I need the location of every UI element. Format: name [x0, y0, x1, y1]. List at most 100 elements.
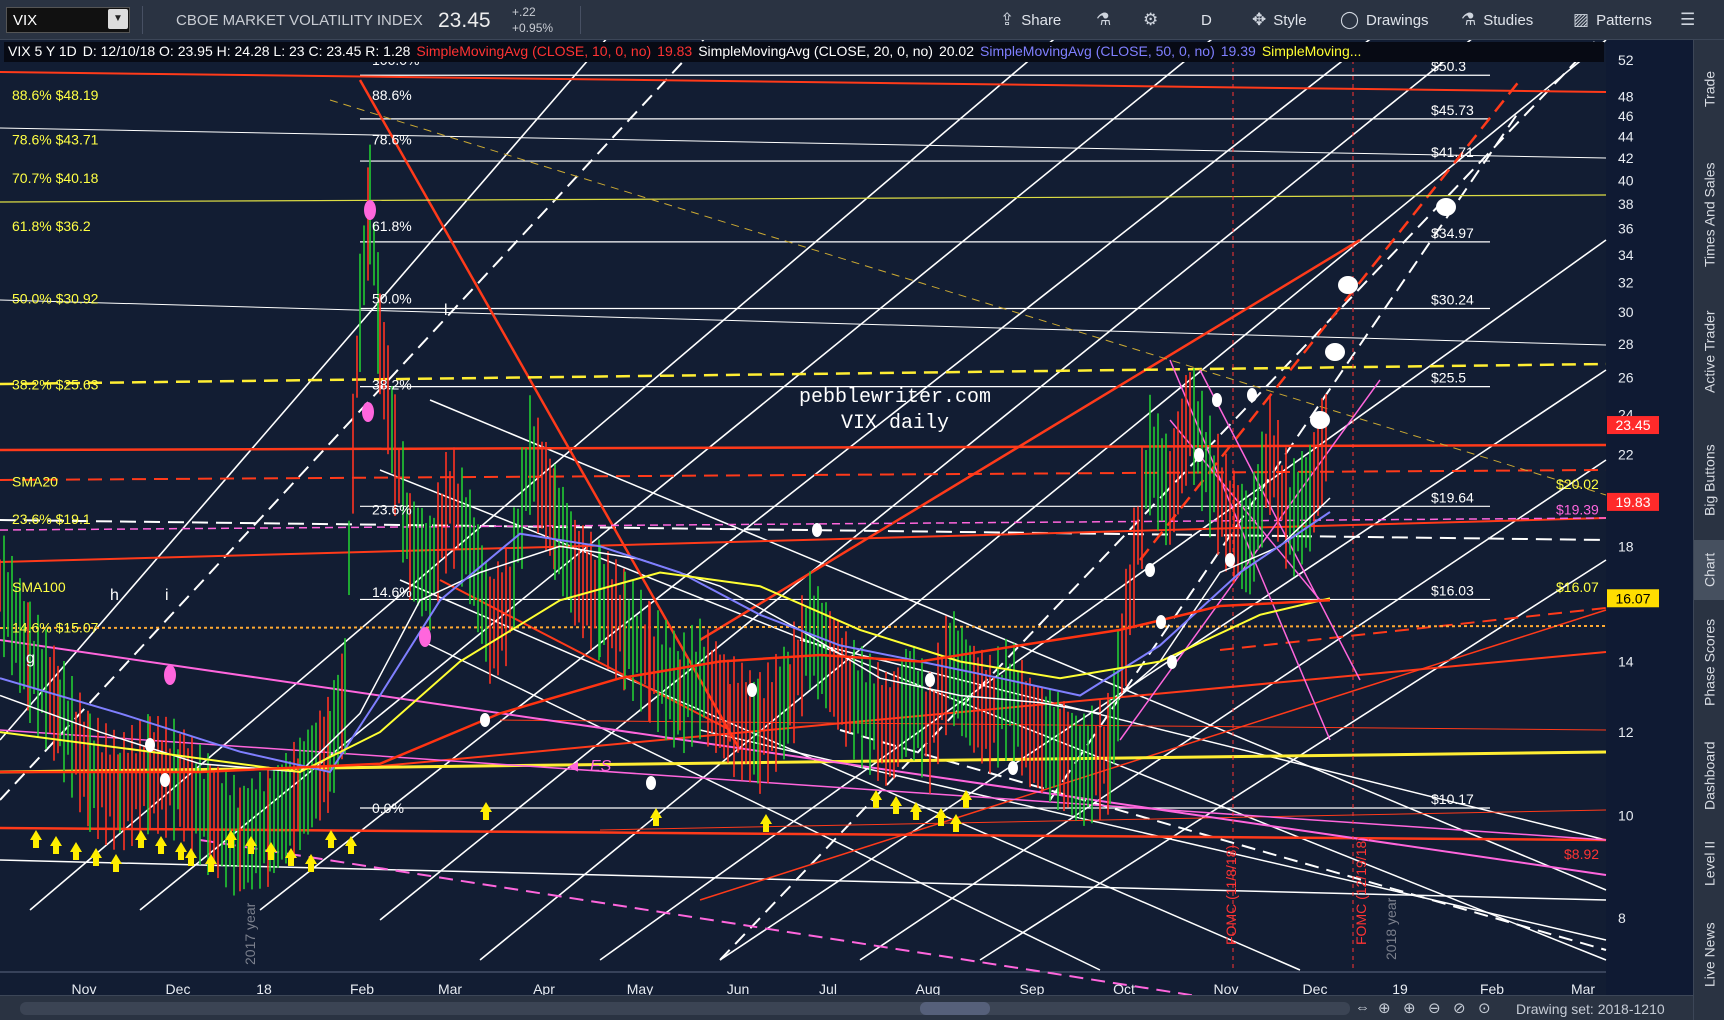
time-scrollbar[interactable] — [20, 1002, 1350, 1015]
studies-label: Studies — [1483, 11, 1534, 29]
y-axis-tick-label: 10 — [1618, 808, 1634, 824]
swing-dot — [160, 773, 170, 787]
drawings-button[interactable]: ◯ Drawings — [1340, 0, 1429, 40]
style-button[interactable]: ✥ Style — [1252, 0, 1307, 40]
y-axis-tick-label: 44 — [1618, 129, 1634, 145]
y-axis-tick-label: 52 — [1618, 52, 1634, 68]
fib-mid-label: 23.6% — [372, 502, 412, 518]
fib-right-label: $25.5 — [1431, 370, 1466, 386]
x-axis-label: Feb — [1480, 981, 1504, 995]
y-axis-tick-label: 26 — [1618, 370, 1634, 386]
watermark-title: VIX daily — [841, 412, 949, 435]
sma20-value: 20.02 — [938, 43, 975, 59]
sma50-label[interactable]: SimpleMovingAvg (CLOSE, 50, 0, no) — [980, 43, 1215, 61]
zoom-in-icon[interactable]: ⊕ — [1403, 999, 1416, 1017]
fib-left-label: 14.6% $15.07 — [12, 620, 99, 636]
magenta-dot — [419, 627, 431, 647]
zoom-out-icon[interactable]: ⊖ — [1428, 999, 1441, 1017]
swing-dot — [1247, 388, 1257, 402]
swing-dot — [1212, 393, 1222, 407]
thinkorswim-app: VIX ▼ CBOE MARKET VOLATILITY INDEX 23.45… — [0, 0, 1724, 1020]
share-button[interactable]: ⇪ Share — [1000, 0, 1061, 40]
aggregation-button[interactable]: D — [1201, 0, 1212, 40]
sidebar-tab-dashboard[interactable]: Dashboard — [1694, 730, 1724, 822]
fib-left-label: 88.6% $48.19 — [12, 87, 99, 103]
x-axis-label: Dec — [1303, 981, 1328, 995]
es-arrow-icon: ◀ — [568, 758, 578, 773]
x-axis-label: Mar — [1571, 981, 1595, 995]
wave-letter-label: g — [26, 650, 35, 667]
swing-dot — [925, 673, 935, 687]
swing-dot — [812, 523, 822, 537]
sidebar-tab-live-news[interactable]: Live News — [1694, 910, 1724, 1000]
drawing-set-label[interactable]: Drawing set: 2018-1210 — [1516, 1001, 1665, 1017]
bottom-bar: ⇔ ⊕ ⊕ ⊖ ⊘ ⊙ Drawing set: 2018-1210 — [0, 995, 1693, 1020]
crosshair-icon[interactable]: ⊕ — [1378, 999, 1391, 1017]
wave-letter-label: l — [444, 302, 448, 319]
settings-button[interactable]: ⚙ — [1143, 0, 1158, 40]
target-dot — [1338, 276, 1358, 294]
scrollbar-thumb[interactable] — [920, 1002, 990, 1015]
sma50-value: 19.39 — [1220, 43, 1256, 59]
fomc-label-1: FOMC (11/8/18) — [1223, 845, 1239, 945]
x-axis-label: 18 — [256, 981, 272, 995]
sidebar-tab-phase-scores[interactable]: Phase Scores — [1694, 608, 1724, 716]
price-chart[interactable]: 88.6% $48.19 78.6% $43.71 70.7% $40.18 61.8… — [0, 40, 1693, 995]
y-axis-tick-label: 30 — [1618, 304, 1634, 320]
aggregation-label: D — [1201, 11, 1212, 29]
chart-title: VIX 5 Y 1D — [8, 43, 77, 59]
fib-right-label: $19.64 — [1431, 489, 1474, 505]
sidebar-tab-trade[interactable]: Trade — [1694, 54, 1724, 124]
expand-icon[interactable]: ⇔ — [1355, 999, 1370, 1016]
target-dot — [1436, 198, 1456, 216]
x-axis-label: Jul — [819, 981, 837, 995]
watermark-site: pebblewriter.com — [799, 386, 991, 409]
x-axis-label: Mar — [438, 981, 462, 995]
fib-right-label: $30.24 — [1431, 291, 1474, 307]
sidebar-tab-times-and-sales[interactable]: Times And Sales — [1694, 160, 1724, 270]
fib-left-label: 70.7% $40.18 — [12, 170, 99, 186]
y-axis-tick-label: 46 — [1618, 108, 1634, 124]
x-axis-label: Jun — [727, 981, 750, 995]
toolbar-separator — [142, 6, 143, 34]
right-sidebar: Trade Times And Sales Active Trader Big … — [1693, 40, 1724, 1020]
fib-mid-label: 78.6% — [372, 132, 412, 148]
symbol-dropdown-icon[interactable]: ▼ — [108, 9, 128, 29]
percent-change: +0.95% — [512, 21, 554, 35]
fib-right-label: $45.73 — [1431, 102, 1474, 118]
sidebar-tab-chart[interactable]: Chart — [1694, 540, 1724, 600]
study-header: VIX 5 Y 1D D: 12/10/18 O: 23.95 H: 24.28… — [4, 42, 1604, 62]
sidebar-tab-active-trader[interactable]: Active Trader — [1694, 302, 1724, 402]
y-axis-tick-label: 18 — [1618, 538, 1634, 554]
swing-dot — [747, 683, 757, 697]
sma-more-label[interactable]: SimpleMoving... — [1262, 43, 1362, 61]
sidebar-tab-big-buttons[interactable]: Big Buttons — [1694, 432, 1724, 528]
es-label: ES — [590, 758, 612, 775]
sma10-label[interactable]: SimpleMovingAvg (CLOSE, 10, 0, no) — [416, 43, 651, 61]
low-right-label: $8.92 — [1564, 846, 1599, 862]
fib-mid-label: 50.0% — [372, 290, 412, 306]
ohlc-values: D: 12/10/18 O: 23.95 H: 24.28 L: 23 C: 2… — [82, 43, 411, 59]
patterns-button[interactable]: ▨ Patterns — [1573, 0, 1652, 40]
flask-button[interactable]: ⚗ — [1096, 0, 1111, 40]
y-axis-tick-label: 12 — [1618, 724, 1634, 740]
chart-area[interactable]: 88.6% $48.19 78.6% $43.71 70.7% $40.18 61.8… — [0, 40, 1693, 995]
clock-icon[interactable]: ⊙ — [1478, 999, 1491, 1017]
drawings-label: Drawings — [1366, 11, 1429, 29]
menu-button[interactable]: ☰ — [1680, 0, 1695, 40]
sma100-right-label: $16.07 — [1556, 579, 1599, 595]
sidebar-tab-level-ii[interactable]: Level II — [1694, 830, 1724, 896]
swing-dot — [1167, 655, 1177, 669]
zoom-reset-icon[interactable]: ⊘ — [1453, 999, 1466, 1017]
y-axis-tick-label: 14 — [1618, 653, 1634, 669]
fib-mid-label: 88.6% — [372, 87, 412, 103]
magenta-dot — [362, 402, 374, 422]
studies-button[interactable]: ⚗ Studies — [1461, 0, 1533, 40]
gear-icon: ⚙ — [1143, 10, 1159, 29]
swing-dot — [1225, 553, 1235, 567]
magenta-dot — [364, 200, 376, 220]
sma20-label[interactable]: SimpleMovingAvg (CLOSE, 20, 0, no) — [698, 43, 933, 61]
patterns-label: Patterns — [1596, 11, 1652, 29]
flask-icon: ⚗ — [1096, 10, 1112, 29]
net-change: +.22 — [512, 5, 536, 19]
